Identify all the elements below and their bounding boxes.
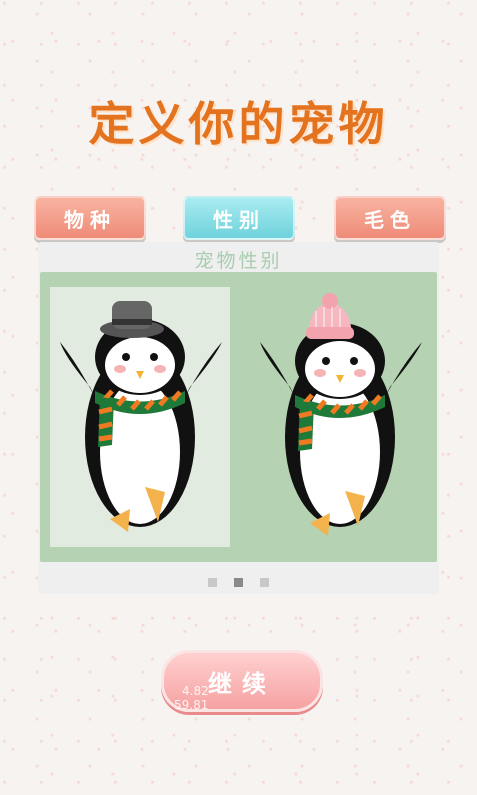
pager-dot-active[interactable] — [234, 578, 243, 587]
tab-gender[interactable]: 性别 — [183, 196, 295, 240]
panel-title: 宠物性别 — [194, 250, 283, 272]
male-penguin-option[interactable] — [50, 287, 230, 547]
tab-fur-color[interactable]: 毛色 — [334, 196, 446, 240]
debug-readout-2: 59.81 — [174, 698, 209, 712]
tab-species[interactable]: 物种 — [34, 196, 146, 240]
pager-dot[interactable] — [260, 578, 270, 587]
debug-readout-1: 4.82 — [182, 684, 209, 698]
option-carousel — [40, 272, 437, 562]
female-penguin-option[interactable] — [250, 287, 430, 547]
penguin-beanie-icon — [260, 293, 422, 536]
page-title: 定义你的宠物 — [88, 97, 389, 151]
carousel-pager — [38, 572, 439, 591]
penguin-top-hat-icon — [60, 301, 222, 532]
pager-dot[interactable] — [207, 578, 217, 587]
pet-gender-panel: 宠物性别 — [38, 242, 439, 594]
